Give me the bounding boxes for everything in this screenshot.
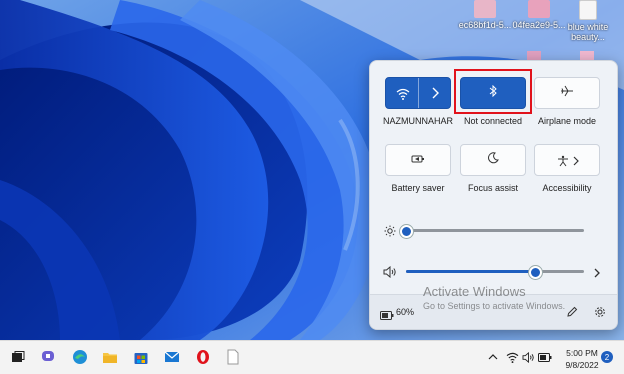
wifi-label: NAZMUNNAHAR (382, 116, 453, 126)
edge-browser-icon[interactable] (71, 348, 89, 366)
teams-chat-icon[interactable] (40, 348, 58, 366)
wifi-tile[interactable] (385, 77, 451, 109)
desktop-icon-label: ec68bf1d-5... (458, 20, 512, 30)
focus-assist-tile[interactable] (460, 144, 526, 176)
brightness-slider-track[interactable] (406, 229, 584, 232)
activate-windows-subtitle: Go to Settings to activate Windows. (423, 301, 566, 311)
task-view-icon[interactable] (9, 348, 27, 366)
focus-assist-label: Focus assist (467, 183, 518, 193)
taskbar: 5:00 PM 9/8/2022 (0, 340, 624, 374)
accessibility-label: Accessibility (542, 183, 592, 193)
airplane-mode-tile[interactable] (534, 77, 600, 109)
image-file-icon (528, 0, 550, 18)
clock-time[interactable]: 5:00 PM (560, 348, 604, 358)
notification-count-badge[interactable]: 2 (601, 351, 613, 363)
accessibility-icon (557, 154, 569, 172)
desktop-icon-file-3[interactable]: blue white beauty... (560, 0, 616, 42)
bluetooth-label: Not connected (463, 116, 523, 126)
desktop-icon-label: blue white beauty... (567, 22, 609, 42)
accessibility-tile[interactable] (534, 144, 600, 176)
mail-icon[interactable] (163, 348, 181, 366)
battery-icon (380, 307, 394, 325)
wifi-icon (396, 87, 410, 105)
battery-percentage: 60% (396, 307, 415, 317)
edit-pencil-icon[interactable] (566, 305, 578, 323)
tray-battery-icon[interactable] (536, 348, 554, 366)
file-explorer-icon[interactable] (101, 348, 119, 366)
chevron-right-icon[interactable] (572, 154, 580, 172)
volume-icon[interactable] (383, 265, 397, 283)
show-hidden-icons-chevron-icon[interactable] (484, 348, 502, 366)
tile-divider (418, 78, 419, 108)
activate-windows-title: Activate Windows (423, 284, 526, 299)
moon-icon (487, 151, 499, 169)
airplane-mode-label: Airplane mode (537, 116, 597, 126)
document-file-icon (579, 0, 597, 20)
brightness-slider-thumb[interactable] (399, 225, 413, 238)
battery-saver-label: Battery saver (391, 183, 445, 193)
tray-volume-icon[interactable] (519, 348, 537, 366)
microsoft-store-icon[interactable] (132, 348, 150, 366)
volume-slider-fill (406, 270, 536, 273)
activate-windows-watermark: Activate Windows Go to Settings to activ… (423, 284, 565, 311)
image-file-icon (474, 0, 496, 18)
chevron-right-icon[interactable] (430, 86, 440, 105)
bluetooth-highlight-box (454, 69, 532, 114)
airplane-icon (560, 84, 574, 102)
audio-output-chevron-icon[interactable] (593, 266, 601, 284)
battery-saver-icon (411, 151, 425, 169)
desktop-icon-label: 04fea2e9-5... (512, 20, 566, 30)
desktop-icon-file-1[interactable]: ec68bf1d-5... (455, 0, 515, 30)
document-file-icon[interactable] (224, 348, 242, 366)
brightness-icon (384, 224, 396, 242)
clock-date[interactable]: 9/8/2022 (560, 360, 604, 370)
opera-browser-icon[interactable] (194, 348, 212, 366)
volume-slider-thumb[interactable] (529, 266, 543, 279)
battery-saver-tile[interactable] (385, 144, 451, 176)
settings-gear-icon[interactable] (594, 305, 606, 323)
